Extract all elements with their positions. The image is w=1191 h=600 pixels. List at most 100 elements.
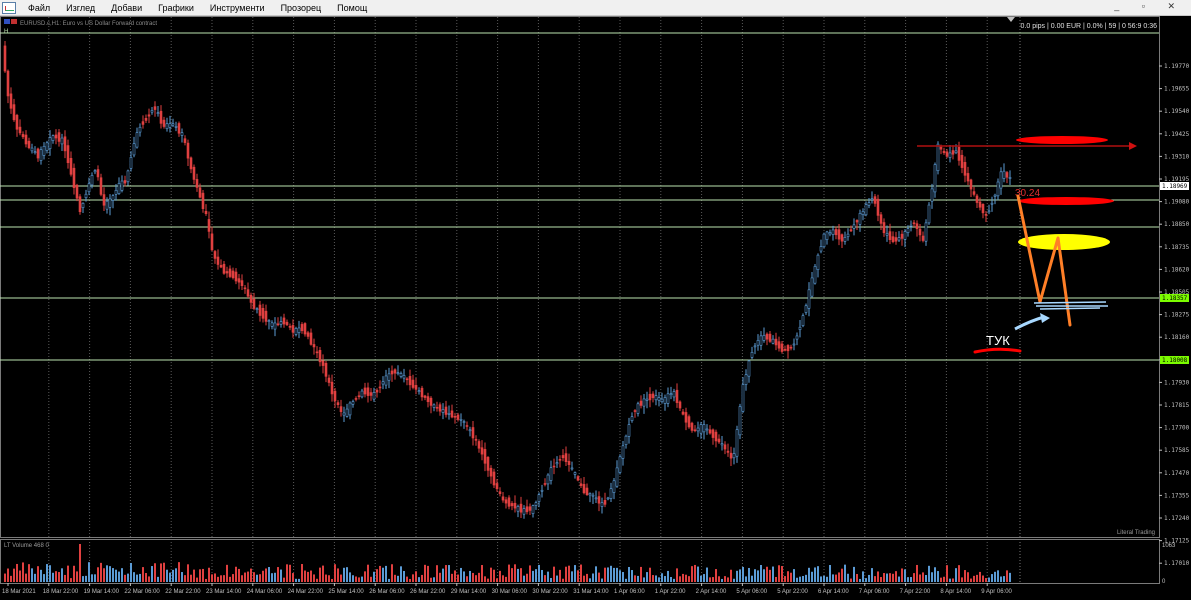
menu-help[interactable]: Помощ (329, 0, 375, 16)
candle-body (252, 298, 256, 309)
volume-bar (652, 575, 654, 582)
volume-bar (307, 571, 309, 582)
candle-body (867, 202, 871, 206)
candle-body (975, 195, 979, 203)
volume-bar (841, 568, 843, 582)
candle-body (486, 456, 490, 471)
volume-bar (427, 565, 429, 582)
price-tick-label: 1.19540 (1164, 108, 1190, 115)
volume-bar (796, 577, 798, 582)
volume-bar (37, 566, 39, 582)
window-controls[interactable]: _ ▫ ✕ (1114, 1, 1185, 12)
candle-body (804, 305, 808, 313)
volume-bar (886, 573, 888, 582)
menu-view[interactable]: Изглед (58, 0, 103, 16)
candle-body (108, 198, 112, 208)
candle-body (645, 398, 649, 401)
volume-bar (625, 578, 627, 582)
candle-body (609, 488, 613, 499)
candle-body (168, 123, 172, 128)
candle-body (912, 222, 916, 225)
volume-bar (784, 576, 786, 582)
time-tick-label: 7 Apr 06:00 (859, 589, 890, 595)
volume-bar (790, 572, 792, 582)
candle-body (192, 166, 196, 180)
volume-bar (877, 571, 879, 582)
candle-body (681, 411, 685, 415)
candle-body (447, 413, 451, 415)
volume-bar (667, 570, 669, 582)
volume-bar (664, 576, 666, 582)
volume-bar (691, 566, 693, 582)
volume-bar (490, 567, 492, 582)
candle-body (288, 325, 292, 328)
candle-body (579, 483, 583, 486)
volume-bar (112, 568, 114, 582)
candle-body (738, 406, 742, 436)
volume-bar (835, 574, 837, 582)
candle-body (69, 157, 73, 175)
candle-body (123, 180, 127, 184)
candle-body (363, 387, 367, 395)
volume-bar (928, 565, 930, 582)
price-tick-label: 1.18735 (1164, 244, 1190, 251)
volume-bar (373, 571, 375, 582)
volume-bar (31, 568, 33, 582)
price-tick-label: 1.19770 (1164, 63, 1190, 70)
volume-bar (805, 574, 807, 582)
menu-insert[interactable]: Добави (103, 0, 150, 16)
candle-body (504, 499, 508, 504)
candle-body (81, 203, 85, 208)
candle-body (663, 397, 667, 404)
candle-body (423, 395, 427, 398)
volume-bar (232, 574, 234, 582)
candle-body (756, 340, 760, 346)
candle-body (891, 236, 895, 242)
chart-window[interactable]: EURUSD.c,H1: Euro vs US Dollar Forward c… (0, 16, 1191, 600)
candle-body (624, 435, 628, 445)
candle-body (858, 213, 862, 225)
volume-bar (976, 574, 978, 582)
candle-body (744, 374, 748, 385)
volume-bar (121, 568, 123, 582)
volume-bar (25, 573, 27, 582)
volume-bar (847, 573, 849, 582)
menu-charts[interactable]: Графики (150, 0, 202, 16)
us-flag-icon (11, 19, 17, 24)
candle-body (651, 393, 655, 399)
volume-bar (421, 574, 423, 582)
volume-bar (64, 574, 66, 582)
candle-body (507, 497, 511, 507)
menu-file[interactable]: Файл (20, 0, 58, 16)
candle-body (735, 429, 739, 457)
candle-body (438, 404, 442, 412)
candle-body (60, 137, 64, 145)
candle-body (468, 429, 472, 432)
candle-body (723, 444, 727, 450)
candle-body (966, 173, 970, 182)
candle-body (330, 381, 334, 395)
volume-bar (586, 573, 588, 582)
volume-bar (76, 571, 78, 582)
candle-body (471, 427, 475, 439)
candle-body (462, 421, 466, 423)
candle-body (45, 142, 49, 151)
candle-body (297, 327, 301, 333)
candle-body (483, 449, 487, 464)
volume-bar (832, 574, 834, 582)
volume-bar (127, 573, 129, 582)
volume-bar (454, 570, 456, 582)
candle-body (72, 167, 76, 188)
candle-body (915, 223, 919, 229)
volume-bar (898, 576, 900, 582)
menu-tools[interactable]: Инструменти (202, 0, 273, 16)
candle-body (399, 373, 403, 377)
volume-bar (292, 573, 294, 582)
menu-window[interactable]: Прозорец (273, 0, 330, 16)
volume-bar (742, 566, 744, 582)
candle-body (444, 406, 448, 415)
volume-bar (337, 568, 339, 582)
volume-bar (727, 577, 729, 582)
volume-bar (379, 565, 381, 582)
volume-bar (259, 574, 261, 582)
